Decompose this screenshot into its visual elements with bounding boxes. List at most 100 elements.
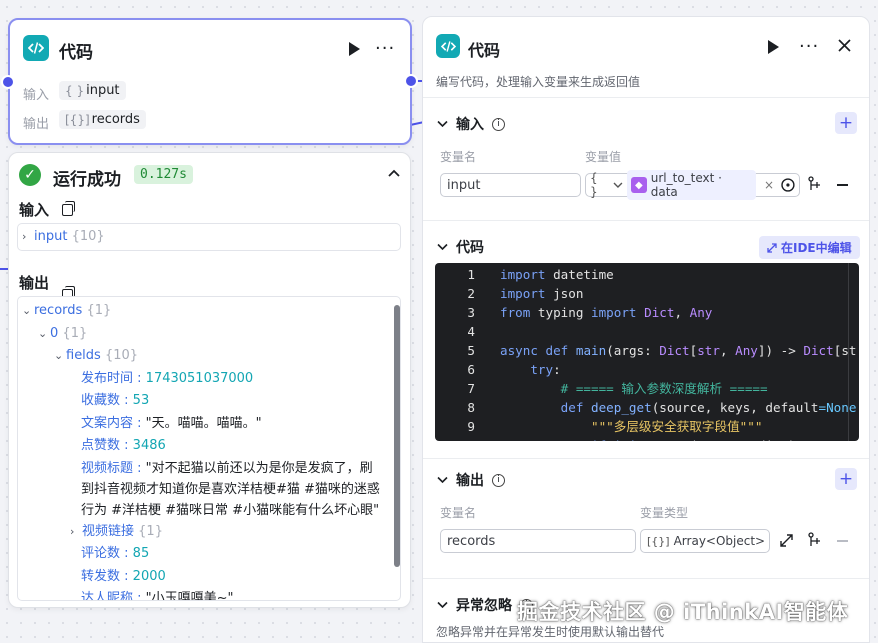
input-label: 输入: [23, 88, 50, 103]
run-icon[interactable]: [349, 42, 360, 56]
branch-icon[interactable]: [808, 176, 822, 196]
expand-icon: [767, 242, 777, 253]
edit-in-ide-label: 在IDE中编辑: [781, 241, 852, 255]
chevron-down-icon[interactable]: [437, 601, 448, 609]
code-line: import datetime: [500, 267, 614, 282]
run-icon[interactable]: [768, 40, 779, 54]
expand-chevron-icon[interactable]: ⌄: [22, 300, 34, 323]
var-value-label: 变量值: [585, 150, 622, 164]
variable-reference-chip: ◆ url_to_text · data: [626, 170, 757, 200]
watermark-text: 掘金技术社区 @ iThinkAI智能体: [517, 600, 849, 624]
more-icon[interactable]: ···: [799, 38, 819, 56]
chevron-down-icon[interactable]: [613, 182, 623, 189]
expand-chevron-icon[interactable]: ›: [22, 230, 34, 243]
copy-icon[interactable]: [62, 201, 75, 216]
code-section-header[interactable]: 代码: [437, 237, 484, 257]
output-name-field[interactable]: records: [440, 529, 636, 553]
collapse-chevron-icon[interactable]: [387, 167, 401, 182]
variable-reference-text: url_to_text · data: [650, 171, 722, 199]
code-line: import json: [500, 286, 584, 301]
json-count: {10}: [71, 229, 105, 244]
output-label: 输出: [23, 117, 50, 132]
type-selector[interactable]: { }: [590, 171, 609, 199]
input-port[interactable]: [1, 75, 15, 89]
scrollbar[interactable]: [848, 263, 849, 441]
input-section-title: 输入: [456, 117, 484, 133]
more-icon[interactable]: ···: [375, 40, 395, 58]
panel-description: 编写代码，处理输入变量来生成返回值: [436, 75, 641, 89]
output-variable-tag: [{}] records: [59, 110, 146, 129]
json-node-fields: ⌄ fields {10}: [22, 345, 392, 368]
run-status-text: 运行成功: [53, 170, 121, 190]
result-input-title: 输入: [19, 201, 50, 219]
json-field: 文案内容 : "天。喵喵。喵喵。": [81, 415, 262, 431]
var-name-label: 变量名: [440, 150, 477, 164]
code-editor[interactable]: 12345678910 import datetime import json fr…: [435, 263, 859, 441]
chevron-down-icon[interactable]: [437, 243, 448, 251]
expand-icon[interactable]: [780, 534, 793, 551]
connector-wire: [0, 268, 8, 270]
json-node-index: ⌄ 0 {1}: [22, 323, 392, 346]
expand-chevron-icon[interactable]: ⌄: [54, 345, 66, 368]
code-line: def deep_get(source, keys, default=None: [560, 400, 857, 415]
input-json-box[interactable]: › input {10}: [17, 223, 401, 251]
chevron-down-icon[interactable]: [437, 476, 448, 484]
code-text[interactable]: import datetime import json from typing im…: [500, 265, 856, 441]
output-json-box[interactable]: ⌄ records {1} ⌄ 0 {1} ⌄ fields {10} 发布时间 : …: [17, 296, 401, 601]
input-name-field[interactable]: input: [440, 173, 581, 197]
code-line: from typing import Dict, Any: [500, 305, 713, 320]
output-type-select[interactable]: [{}] Array<Object>: [640, 529, 770, 553]
input-variable-tag: { } input: [59, 81, 126, 100]
target-icon[interactable]: [781, 178, 795, 192]
edit-in-ide-button[interactable]: 在IDE中编辑: [759, 236, 860, 259]
code-line: try:: [530, 362, 561, 377]
code-section-title: 代码: [456, 240, 484, 256]
json-node-records: ⌄ records {1}: [22, 300, 392, 323]
json-node-video-link: › 视频链接 {1}: [22, 521, 392, 544]
input-value-field[interactable]: { } ◆ url_to_text · data ×: [585, 170, 800, 200]
code-line: if isinstance(source, dict):: [500, 436, 856, 441]
output-type-value: Array<Object>: [673, 534, 766, 548]
line-numbers: 12345678910: [460, 267, 475, 441]
object-type-icon: { }: [65, 83, 85, 98]
input-variable-name: input: [86, 83, 120, 98]
success-check-icon: ✓: [19, 164, 41, 186]
info-icon[interactable]: i: [492, 473, 505, 487]
json-field: 转发数 : 2000: [81, 568, 166, 584]
code-line: """多层级安全获取字段值""": [591, 419, 763, 434]
output-port[interactable]: [404, 74, 418, 88]
input-section-header[interactable]: 输入 i: [437, 114, 505, 134]
node-title: 代码: [59, 43, 93, 63]
clear-icon[interactable]: ×: [764, 178, 774, 192]
info-icon[interactable]: i: [492, 117, 505, 131]
expand-chevron-icon[interactable]: ⌄: [38, 323, 50, 346]
code-icon: [436, 34, 460, 58]
json-field: 视频标题 : "对不起猫以前还以为是你是发疯了，刷 到抖音视频才知道你是喜欢洋桔…: [81, 460, 380, 518]
add-output-button[interactable]: +: [835, 468, 857, 490]
add-input-button[interactable]: +: [835, 112, 857, 134]
code-icon: [23, 35, 49, 61]
chevron-down-icon[interactable]: [437, 120, 448, 128]
remove-output-icon[interactable]: [837, 540, 848, 542]
result-output-title: 输出: [19, 274, 50, 292]
code-config-panel: 代码 ··· 编写代码，处理输入变量来生成返回值 输入 i + 变量名 变量值 …: [422, 16, 870, 643]
expand-chevron-icon[interactable]: ›: [70, 521, 82, 544]
scrollbar[interactable]: [394, 297, 400, 600]
output-section-title: 输出: [456, 473, 484, 489]
array-type-icon: [{}]: [647, 534, 670, 548]
json-field: 达人昵称 : "小玉嘎嘎美~": [81, 591, 234, 601]
remove-input-icon[interactable]: [837, 184, 848, 186]
code-line: # ===== 输入参数深度解析 =====: [560, 381, 768, 396]
out-var-type-label: 变量类型: [640, 506, 689, 520]
run-result-panel: ✓ 运行成功 0.127s 输入 › input {10} 输出 ⌄ records…: [8, 152, 411, 608]
json-field: 发布时间 : 1743051037000: [81, 370, 254, 386]
code-node-card[interactable]: 代码 ··· 输入 { } input 输出 [{}] records: [8, 18, 412, 145]
run-time-badge: 0.127s: [134, 165, 193, 184]
json-field: 点赞数 : 3486: [81, 438, 166, 453]
close-icon[interactable]: [838, 39, 851, 56]
json-field: 收藏数 : 53: [81, 393, 150, 408]
output-section-header[interactable]: 输出 i: [437, 470, 505, 490]
branch-icon[interactable]: [808, 532, 822, 552]
json-key: input: [34, 229, 68, 244]
